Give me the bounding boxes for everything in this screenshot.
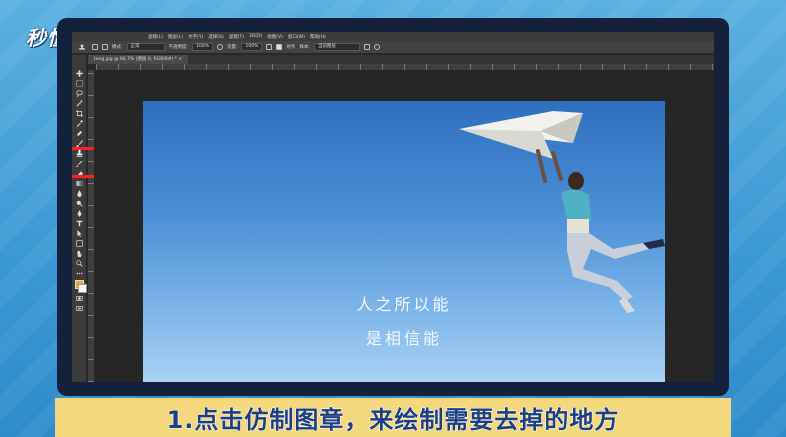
color-swatches-icon[interactable] xyxy=(74,279,87,293)
pen-tool-icon[interactable] xyxy=(75,209,84,218)
document-tab[interactable]: tong.jpg @ 66.7% (图层 0, RGB/8#) * × xyxy=(88,55,189,64)
mode-select[interactable]: 正常 xyxy=(126,43,165,51)
ignore-adjustment-icon[interactable] xyxy=(363,44,370,50)
stamp-preset-icon[interactable] xyxy=(78,44,88,51)
gradient-tool-icon[interactable] xyxy=(75,179,84,188)
canvas-area[interactable]: 人之所以能 是相信能 xyxy=(94,70,714,382)
menu-3d[interactable]: 3D(D) xyxy=(249,34,262,39)
menu-filter2[interactable]: 滤镜(T) xyxy=(229,34,244,40)
marquee-tool-icon[interactable] xyxy=(75,79,84,88)
menu-select[interactable]: 选择(S) xyxy=(208,34,223,40)
zoom-tool-icon[interactable] xyxy=(75,259,84,268)
document-tab-bar: tong.jpg @ 66.7% (图层 0, RGB/8#) * × xyxy=(88,55,714,64)
align-label: 对齐 xyxy=(286,45,296,50)
flow-label: 流量: xyxy=(226,45,238,50)
move-tool-icon[interactable] xyxy=(75,69,84,78)
brush-panel-icon[interactable] xyxy=(92,44,98,50)
menu-view[interactable]: 视图(V) xyxy=(267,34,283,40)
quote-line-2: 是相信能 xyxy=(365,329,442,348)
lasso-tool-icon[interactable] xyxy=(75,89,84,98)
menu-layer[interactable]: 图层(L) xyxy=(168,34,183,40)
quote-line-1: 人之所以能 xyxy=(356,295,452,314)
menu-bar: 滤镜(L) 图层(L) 文字(Y) 选择(S) 滤镜(T) 3D(D) 视图(V… xyxy=(72,32,714,41)
more-tools-icon[interactable] xyxy=(75,269,84,278)
magic-wand-icon[interactable] xyxy=(75,99,84,108)
dodge-tool-icon[interactable] xyxy=(75,199,84,208)
photoshop-window: 滤镜(L) 图层(L) 文字(Y) 选择(S) 滤镜(T) 3D(D) 视图(V… xyxy=(72,32,714,382)
document-image[interactable]: 人之所以能 是相信能 xyxy=(143,101,665,382)
healing-brush-icon[interactable] xyxy=(75,129,84,138)
opacity-field[interactable]: 100% xyxy=(192,43,213,51)
screen-mode-icon[interactable] xyxy=(75,304,84,313)
menu-window[interactable]: 窗口(W) xyxy=(288,34,305,40)
menu-help[interactable]: 帮助(H) xyxy=(310,34,326,40)
clone-stamp-tool-icon[interactable] xyxy=(72,147,99,178)
pressure-size-icon[interactable] xyxy=(373,44,380,50)
pressure-opacity-icon[interactable] xyxy=(216,44,223,50)
clone-source-icon[interactable] xyxy=(102,44,108,50)
hand-tool-icon[interactable] xyxy=(75,249,84,258)
type-tool-icon[interactable] xyxy=(75,219,84,228)
eyedropper-icon[interactable] xyxy=(75,119,84,128)
caption-bar: 1.点击仿制图章，来绘制需要去掉的地方 xyxy=(55,398,731,437)
tools-panel xyxy=(72,55,99,382)
blur-tool-icon[interactable] xyxy=(75,189,84,198)
align-checkbox[interactable] xyxy=(276,44,283,50)
tool-options-bar: 模式: 正常 不透明度: 100% 流量: 100% 对齐 样本: 当前图层 xyxy=(72,41,714,54)
crop-tool-icon[interactable] xyxy=(75,109,84,118)
mode-label: 模式: xyxy=(112,45,123,50)
shape-tool-icon[interactable] xyxy=(75,239,84,248)
flow-field[interactable]: 100% xyxy=(241,43,263,51)
opacity-label: 不透明度: xyxy=(168,45,189,50)
sample-label: 样本: xyxy=(299,45,310,50)
quick-mask-icon[interactable] xyxy=(75,294,84,303)
airbrush-icon[interactable] xyxy=(266,44,273,50)
menu-filter[interactable]: 滤镜(L) xyxy=(148,34,163,40)
path-selection-icon[interactable] xyxy=(75,229,84,238)
menu-type[interactable]: 文字(Y) xyxy=(188,34,203,40)
monitor-frame: 滤镜(L) 图层(L) 文字(Y) 选择(S) 滤镜(T) 3D(D) 视图(V… xyxy=(57,18,729,396)
sample-select[interactable]: 当前图层 xyxy=(313,43,360,51)
